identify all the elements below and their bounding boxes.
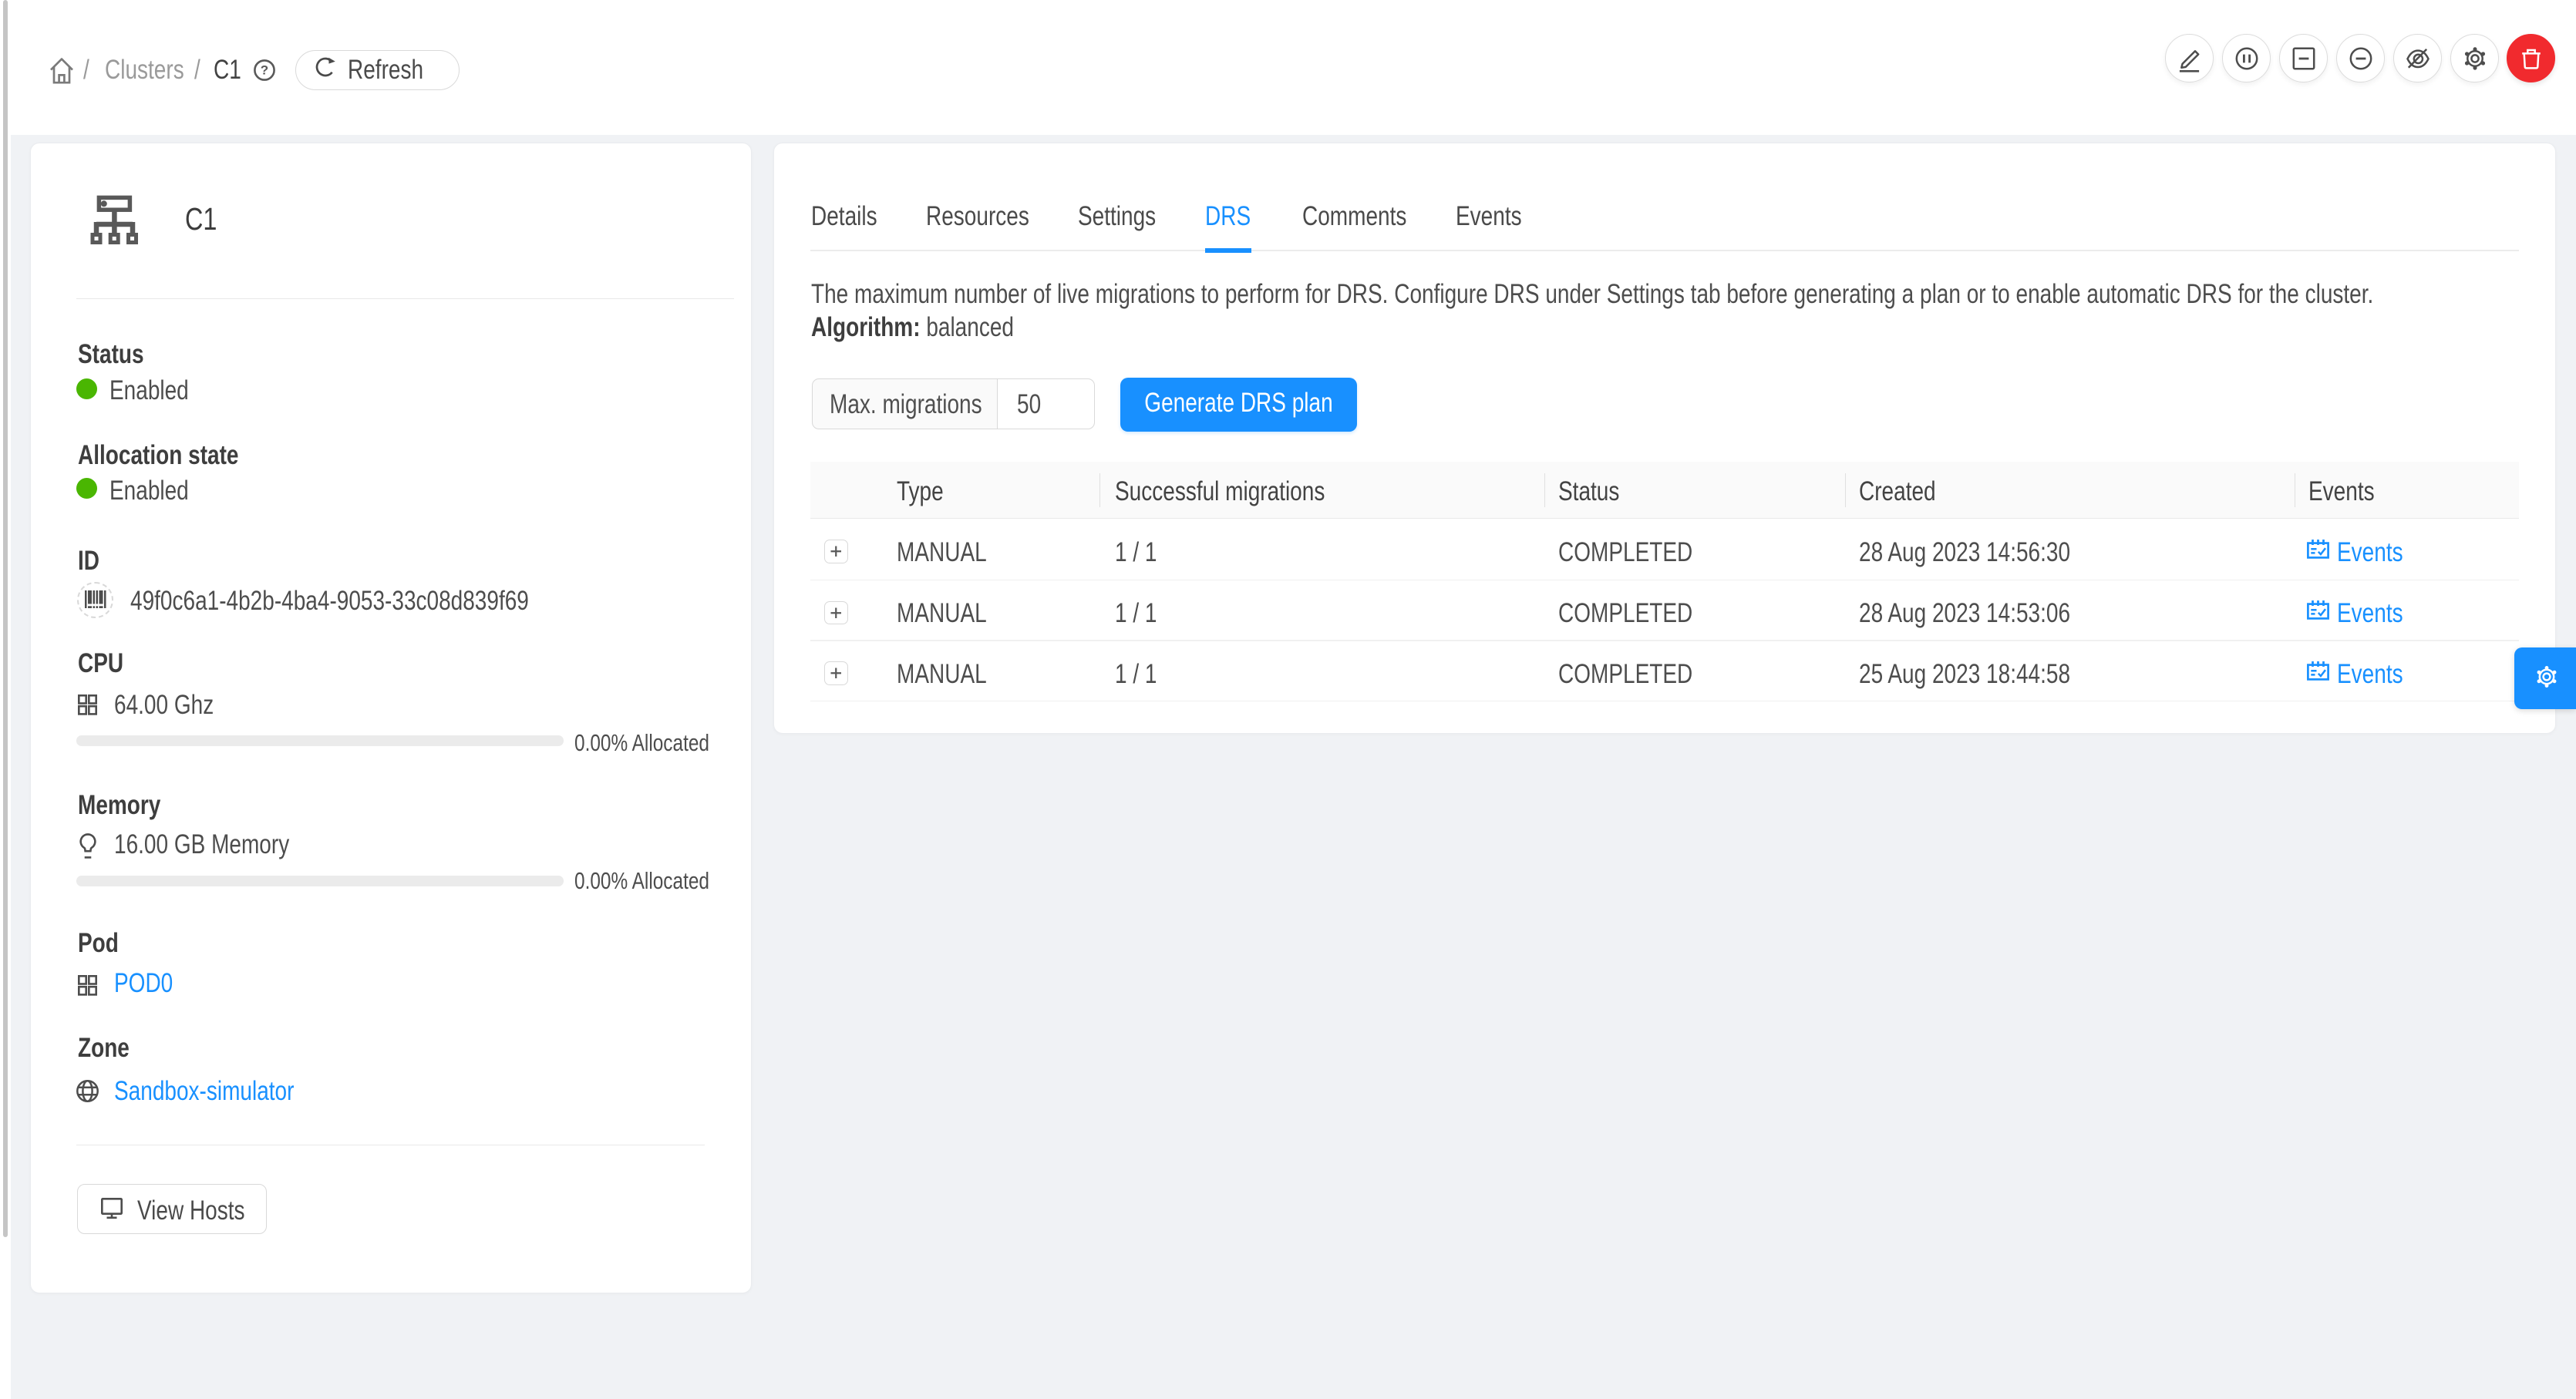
svg-text:?: ? bbox=[261, 63, 268, 78]
